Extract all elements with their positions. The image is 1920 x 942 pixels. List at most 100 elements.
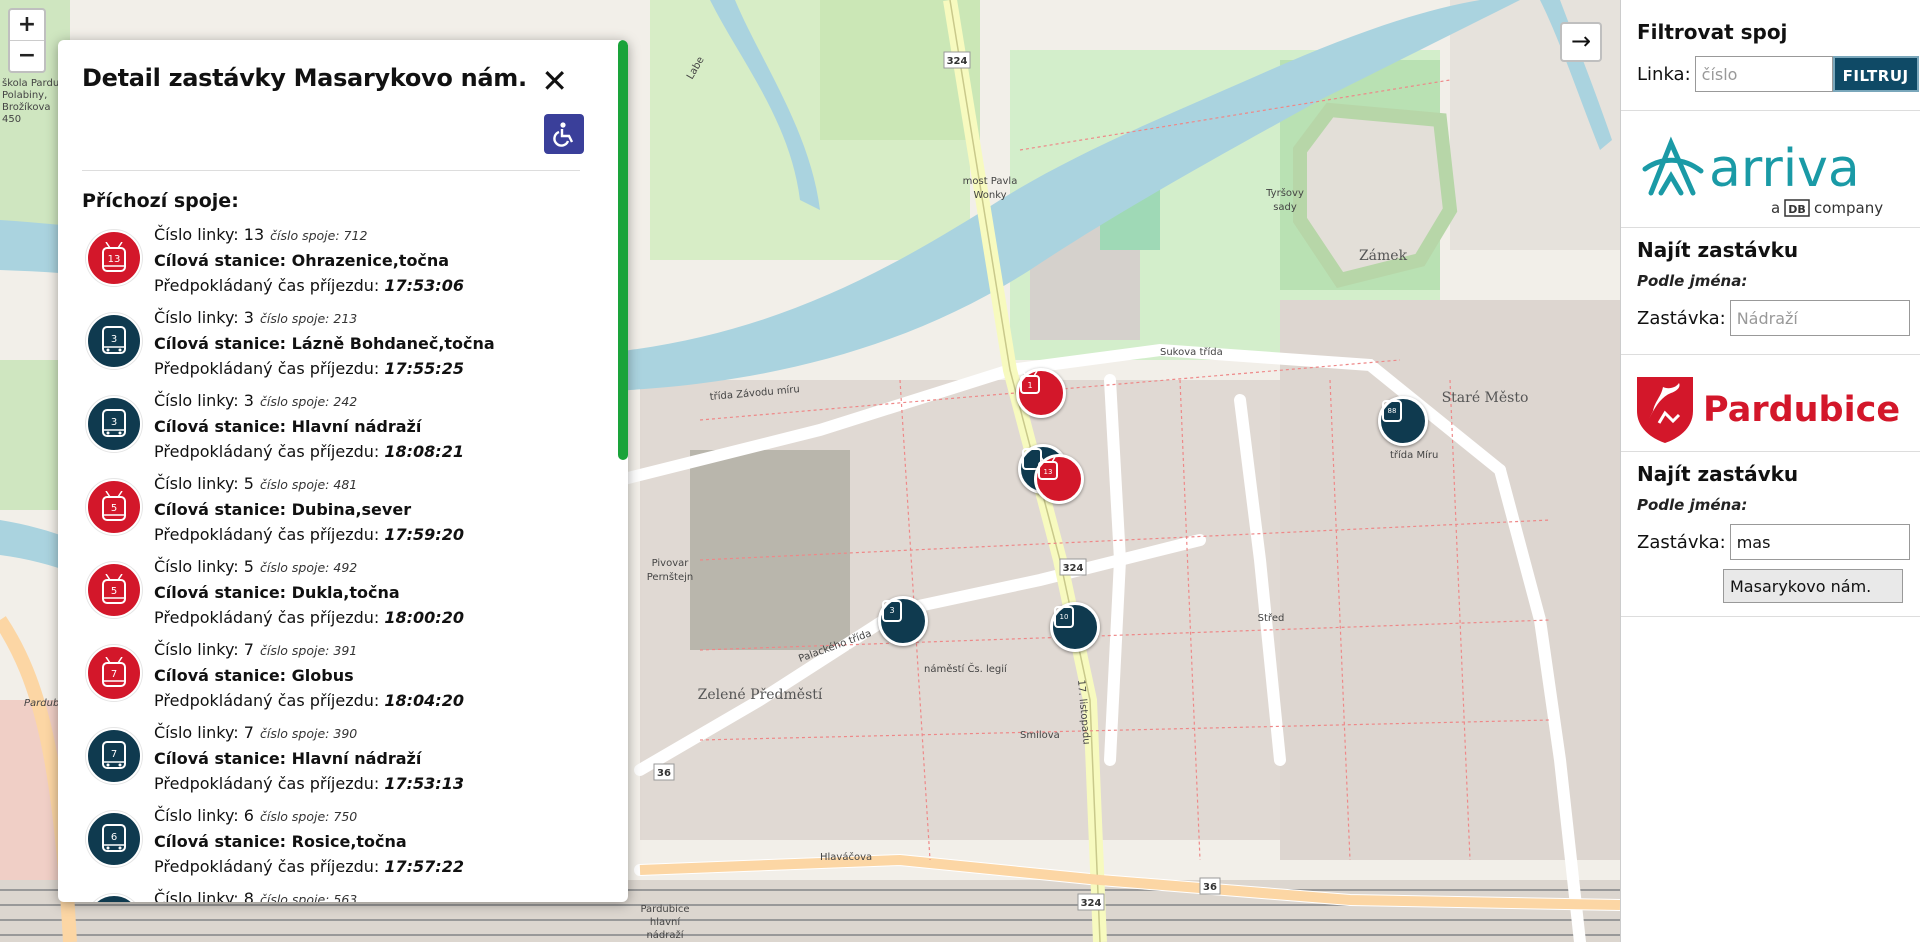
destination: Dubina,sever bbox=[291, 500, 412, 519]
line-number-label: Číslo linky: bbox=[154, 640, 244, 659]
destination-label: Cílová stanice: bbox=[154, 500, 292, 519]
pardubice-logo-mark: Pardubice bbox=[1637, 377, 1900, 443]
stop-detail-scroll[interactable]: Detail zastávky Masarykovo nám. ✕ Přícho… bbox=[58, 40, 616, 902]
connection-icon-number: 13 bbox=[108, 254, 121, 265]
arriva-logo: arriva a DB company bbox=[1621, 111, 1920, 227]
line-number-label: Číslo linky: bbox=[154, 723, 244, 742]
destination-label: Cílová stanice: bbox=[154, 417, 292, 436]
incoming-heading: Příchozí spoje: bbox=[82, 190, 239, 212]
line-number: 7 bbox=[243, 640, 254, 659]
line-label: Linka: bbox=[1637, 63, 1691, 85]
line-input[interactable] bbox=[1694, 56, 1833, 92]
pivovar-label-2: Pernštejn bbox=[647, 571, 694, 583]
station-label-2: hlavní bbox=[650, 916, 682, 928]
connection-item: 6 Číslo linky: 6 číslo spoje: 750 Cílová st… bbox=[82, 803, 596, 886]
connection-item: 7 Číslo linky: 7 číslo spoje: 390 Cílová st… bbox=[82, 720, 596, 803]
connection-text: Číslo linky: 3 číslo spoje: 242 Cílová sta… bbox=[154, 388, 464, 471]
connection-item: 3 Číslo linky: 3 číslo spoje: 213 Cílová st… bbox=[82, 305, 596, 388]
line-number: 8 bbox=[243, 889, 254, 902]
map-marker-trolley-13[interactable]: 13 bbox=[1034, 454, 1084, 504]
trip-label: číslo spoje: bbox=[270, 228, 344, 243]
zoom-in-button[interactable]: + bbox=[10, 10, 44, 40]
arrival-label: Předpokládaný čas příjezdu: bbox=[154, 276, 385, 295]
connection-text: Číslo linky: 7 číslo spoje: 390 Cílová sta… bbox=[154, 720, 464, 803]
district-stred: Střed bbox=[1258, 612, 1285, 624]
stop-search-input-pardubice[interactable] bbox=[1729, 524, 1910, 560]
connection-icon-number: 3 bbox=[111, 334, 117, 345]
line-number: 7 bbox=[243, 723, 254, 742]
arriva-logo-mark: arriva a DB company bbox=[1642, 136, 1883, 217]
arriva-sub-db: DB bbox=[1788, 203, 1806, 216]
line-number: 13 bbox=[243, 225, 265, 244]
street-sukova: Sukova třída bbox=[1160, 346, 1223, 358]
pardubice-wordmark: Pardubice bbox=[1703, 390, 1900, 430]
road-shield-36b: 36 bbox=[1203, 882, 1217, 893]
scrollbar[interactable] bbox=[618, 40, 628, 460]
zoom-out-button[interactable]: − bbox=[10, 40, 44, 71]
map-marker-bus-88[interactable]: 88 bbox=[1378, 396, 1428, 446]
trip-label: číslo spoje: bbox=[259, 809, 334, 824]
arrival-label: Předpokládaný čas příjezdu: bbox=[154, 359, 385, 378]
stop-label-1: Zastávka: bbox=[1637, 307, 1726, 329]
destination-label: Cílová stanice: bbox=[154, 666, 292, 685]
line-number-label: Číslo linky: bbox=[154, 391, 244, 410]
map-marker-bus-3[interactable]: 3 bbox=[878, 596, 928, 646]
trip-number: 390 bbox=[333, 726, 358, 741]
destination-label: Cílová stanice: bbox=[154, 251, 292, 270]
connection-icon-number: 6 bbox=[111, 832, 117, 843]
pardubice-logo: Pardubice bbox=[1621, 355, 1920, 451]
arriva-sub-company: company bbox=[1814, 199, 1883, 217]
school-label-1: škola Pardub bbox=[2, 77, 66, 89]
arrival-time: 18:08:21 bbox=[384, 442, 464, 461]
wheelchair-accessible-icon[interactable] bbox=[544, 114, 584, 154]
arrival-label: Předpokládaný čas příjezdu: bbox=[154, 442, 385, 461]
street-hlavacova: Hlaváčova bbox=[820, 851, 872, 863]
trip-number: 242 bbox=[333, 394, 358, 409]
road-shield-324a: 324 bbox=[947, 56, 968, 67]
connection-text: Číslo linky: 5 číslo spoje: 492 Cílová sta… bbox=[154, 554, 464, 637]
line-number-label: Číslo linky: bbox=[154, 889, 244, 902]
arrival-label: Předpokládaný čas příjezdu: bbox=[154, 774, 385, 793]
map-marker-bus-10[interactable]: 10 bbox=[1050, 602, 1100, 652]
connection-text: Číslo linky: 8 číslo spoje: 563 bbox=[154, 886, 357, 902]
bus-icon: 3 bbox=[882, 600, 902, 622]
trolleybus-icon: 7 bbox=[86, 645, 142, 701]
line-number-label: Číslo linky: bbox=[154, 225, 244, 244]
stop-detail-title: Detail zastávky Masarykovo nám. bbox=[82, 64, 527, 92]
close-icon[interactable]: ✕ bbox=[541, 62, 568, 100]
destination: Globus bbox=[291, 666, 354, 685]
stop-search-input-arriva[interactable] bbox=[1729, 300, 1910, 336]
filter-button[interactable]: FILTRUJ bbox=[1832, 56, 1919, 92]
stop-suggestion-item[interactable]: Masarykovo nám. bbox=[1723, 569, 1903, 603]
bridge-label-2: Wonky bbox=[973, 190, 1006, 201]
trip-number: 750 bbox=[333, 809, 358, 824]
connection-item: 13 Číslo linky: 13 číslo spoje: 712 Cílová … bbox=[82, 222, 596, 305]
street-namesti: náměstí Čs. legií bbox=[924, 662, 1008, 675]
bus-icon: 8 bbox=[86, 894, 142, 902]
connection-text: Číslo linky: 3 číslo spoje: 213 Cílová sta… bbox=[154, 305, 495, 388]
map-marker-trolley-1[interactable]: 1 bbox=[1016, 368, 1066, 418]
zoom-control: + − bbox=[8, 8, 46, 73]
destination-label: Cílová stanice: bbox=[154, 583, 292, 602]
arrival-time: 17:59:20 bbox=[384, 525, 464, 544]
connection-item: 5 Číslo linky: 5 číslo spoje: 492 Cílová st… bbox=[82, 554, 596, 637]
district-stare-mesto: Staré Město bbox=[1442, 390, 1529, 406]
destination: Dukla,točna bbox=[291, 583, 400, 602]
castle-label: Zámek bbox=[1359, 248, 1408, 264]
find-stop-title-2: Najít zastávku bbox=[1637, 462, 1799, 486]
arriva-sub-a: a bbox=[1771, 199, 1780, 217]
arrival-time: 18:00:20 bbox=[384, 608, 464, 627]
trip-label: číslo spoje: bbox=[259, 726, 334, 741]
bus-icon: 3 bbox=[86, 396, 142, 452]
connection-text: Číslo linky: 6 číslo spoje: 750 Cílová sta… bbox=[154, 803, 464, 886]
line-number: 3 bbox=[243, 308, 254, 327]
trip-label: číslo spoje: bbox=[259, 560, 334, 575]
bus-icon: 10 bbox=[1054, 606, 1074, 628]
destination-label: Cílová stanice: bbox=[154, 334, 292, 353]
by-name-label-1: Podle jména: bbox=[1637, 272, 1748, 290]
collapse-sidebar-arrow-icon[interactable]: → bbox=[1560, 22, 1602, 62]
bus-icon: 7 bbox=[86, 728, 142, 784]
stop-detail-panel: Detail zastávky Masarykovo nám. ✕ Přícho… bbox=[58, 40, 628, 902]
road-shield-324b: 324 bbox=[1063, 563, 1084, 574]
arrival-time: 17:57:22 bbox=[384, 857, 464, 876]
